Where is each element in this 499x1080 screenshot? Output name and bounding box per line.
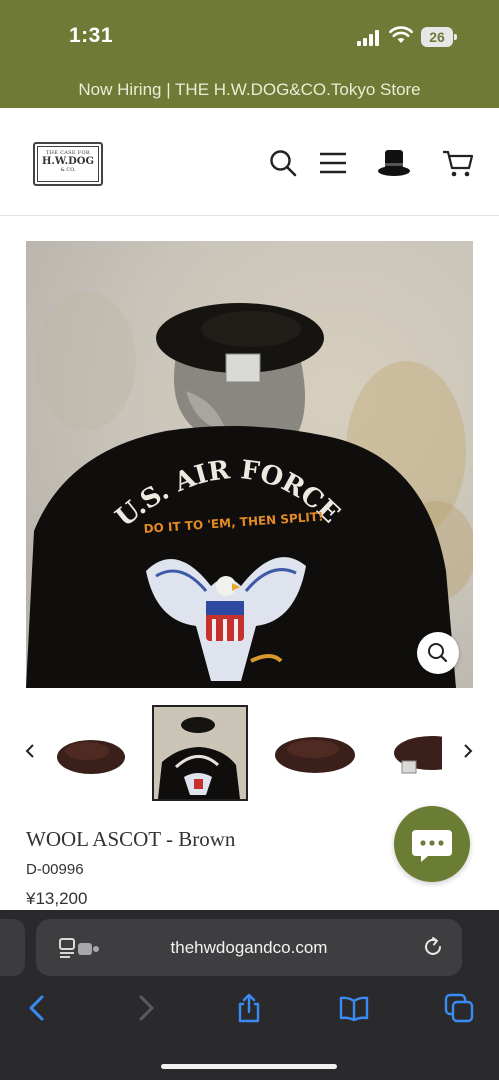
zoom-icon	[428, 643, 448, 663]
status-bar: 1:31 26	[0, 0, 499, 72]
chevron-left-icon[interactable]	[23, 741, 37, 761]
address-bar[interactable]: thehwdogandco.com	[36, 919, 462, 976]
announcement-bar[interactable]: Now Hiring | THE H.W.DOG&CO.Tokyo Store	[0, 80, 499, 100]
logo-line-2: H.W.DOG	[41, 156, 94, 167]
thumbnail-carousel	[0, 703, 499, 803]
battery-level: 26	[421, 27, 453, 47]
top-hat-icon[interactable]	[377, 148, 411, 178]
brand-logo[interactable]: THE CASE FOR H.W.DOG & CO.	[33, 142, 103, 186]
product-photo: U.S. AIR FORCE DO IT TO 'EM, THEN SPLIT!	[26, 241, 473, 688]
top-band: 1:31 26 Now Hiring | THE H.W.DOG&CO.Toky…	[0, 0, 499, 108]
menu-icon[interactable]	[318, 148, 348, 178]
back-icon[interactable]	[22, 992, 54, 1024]
product-sku: D-00996	[26, 861, 84, 878]
zoom-button[interactable]	[417, 632, 459, 674]
site-header: THE CASE FOR H.W.DOG & CO.	[0, 108, 499, 216]
wifi-icon	[389, 26, 413, 43]
thumbnail-3[interactable]	[267, 705, 363, 801]
url-text: thehwdogandco.com	[170, 938, 328, 957]
share-icon[interactable]	[233, 992, 265, 1024]
battery-icon: 26	[421, 27, 457, 47]
tabs-icon[interactable]	[443, 992, 475, 1024]
home-indicator	[161, 1064, 337, 1069]
chat-bubble-icon	[412, 830, 452, 862]
reload-icon[interactable]	[422, 936, 444, 958]
product-price: ¥13,200	[26, 889, 88, 908]
forward-icon[interactable]	[129, 992, 161, 1024]
product-main-image[interactable]: U.S. AIR FORCE DO IT TO 'EM, THEN SPLIT!	[26, 241, 473, 688]
logo-line-1: THE CASE FOR	[46, 150, 90, 156]
previous-tab-preview[interactable]	[0, 919, 25, 976]
logo-line-3: & CO.	[60, 167, 76, 173]
cellular-signal-icon	[357, 30, 383, 46]
thumbnail-2-active[interactable]	[152, 705, 248, 801]
search-icon[interactable]	[268, 148, 298, 178]
chat-button[interactable]	[394, 806, 470, 882]
product-title: WOOL ASCOT - Brown	[26, 827, 236, 851]
chevron-right-icon[interactable]	[461, 741, 475, 761]
status-time: 1:31	[69, 24, 114, 47]
cart-icon[interactable]	[441, 148, 475, 178]
thumbnail-4[interactable]	[382, 705, 442, 801]
browser-toolbar: thehwdogandco.com	[0, 910, 499, 1080]
bookmarks-icon[interactable]	[338, 992, 370, 1024]
thumbnail-1[interactable]	[47, 705, 143, 801]
